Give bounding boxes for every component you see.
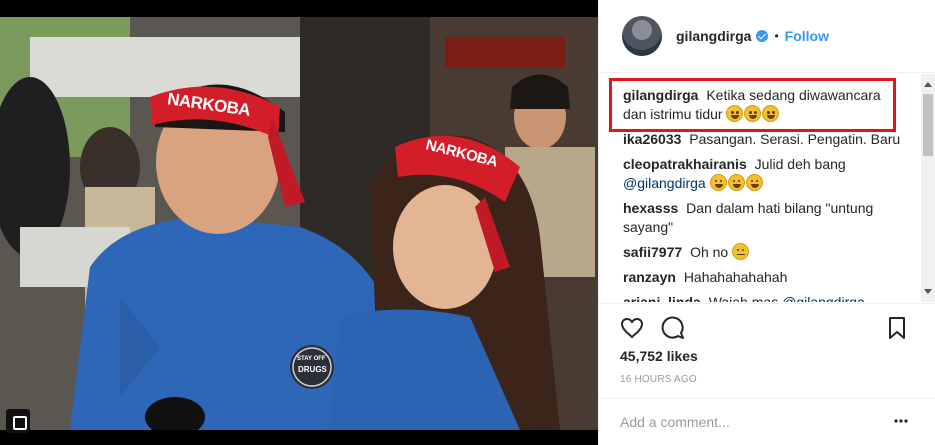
post-header: gilangdirga • Follow [599,0,935,73]
emoji-laughing-icon [726,105,744,122]
comment-mention[interactable]: @gilangdirga [623,175,706,191]
comment-username[interactable]: gilangdirga [623,87,698,103]
badge-text-line1: STAY OFF [297,356,326,362]
add-comment-input[interactable] [620,412,870,432]
tag-icon[interactable] [6,409,30,433]
emoji-grimace-icon [732,243,750,260]
comment-text: Hahahahahahah [683,269,788,285]
emoji-grin-icon [727,174,745,191]
comment-item: hexasss Dan dalam hati bilang "untung sa… [623,199,903,237]
comment-item: safii7977 Oh no [623,243,903,262]
comment-mention[interactable]: @gilangdirga [782,294,865,302]
comment-text: Wajah mas [708,294,779,302]
comment-text: Oh no [690,244,729,260]
bookmark-icon[interactable] [885,316,909,340]
comment-item: ariani_linda Wajah mas @gilangdirga [623,293,903,302]
emoji-grin-icon [709,174,727,191]
avatar[interactable] [622,16,662,56]
comments-scrollbar[interactable] [921,74,935,302]
emoji-grin-icon [745,174,763,191]
comment-item: ika26033 Pasangan. Serasi. Pengatin. Bar… [623,130,903,149]
comment-username[interactable]: safii7977 [623,244,682,260]
comment-text: Julid deh bang [754,156,846,172]
comment-username[interactable]: ika26033 [623,131,681,147]
badge-text-line2: DRUGS [298,365,327,374]
scroll-thumb[interactable] [923,94,933,156]
separator-dot: • [774,29,779,43]
header-username[interactable]: gilangdirga [676,28,751,44]
add-comment-bar [598,398,935,445]
photo-scene: NARKOBA NARKOBA STAY OFF DRUGS [0,17,598,430]
scroll-down-arrow-icon[interactable] [924,289,932,294]
comment-icon[interactable] [661,316,685,340]
comment-item: gilangdirga Ketika sedang diwawancara da… [623,86,903,124]
comment-username[interactable]: hexasss [623,200,678,216]
emoji-laughing-icon [762,105,780,122]
comment-text: Pasangan. Serasi. Pengatin. Baru [689,131,901,147]
comments-list[interactable]: gilangdirga Ketika sedang diwawancara da… [599,74,935,302]
verified-badge-icon [756,30,769,42]
emoji-laughing-icon [744,105,762,122]
comment-username[interactable]: ariani_linda [623,294,701,302]
post-photo[interactable]: NARKOBA NARKOBA STAY OFF DRUGS [0,0,598,445]
comment-item: ranzayn Hahahahahahah [623,268,903,287]
more-options-icon[interactable] [893,413,909,429]
comment-item: cleopatrakhairanis Julid deh bang @gilan… [623,155,903,193]
scroll-up-arrow-icon[interactable] [924,82,932,87]
comment-username[interactable]: cleopatrakhairanis [623,156,747,172]
heart-icon[interactable] [620,316,644,340]
comment-username[interactable]: ranzayn [623,269,676,285]
action-bar [598,303,935,349]
follow-button[interactable]: Follow [785,28,829,44]
likes-count[interactable]: 45,752 likes [620,348,698,364]
post-timestamp[interactable]: 16 HOURS AGO [620,374,697,385]
